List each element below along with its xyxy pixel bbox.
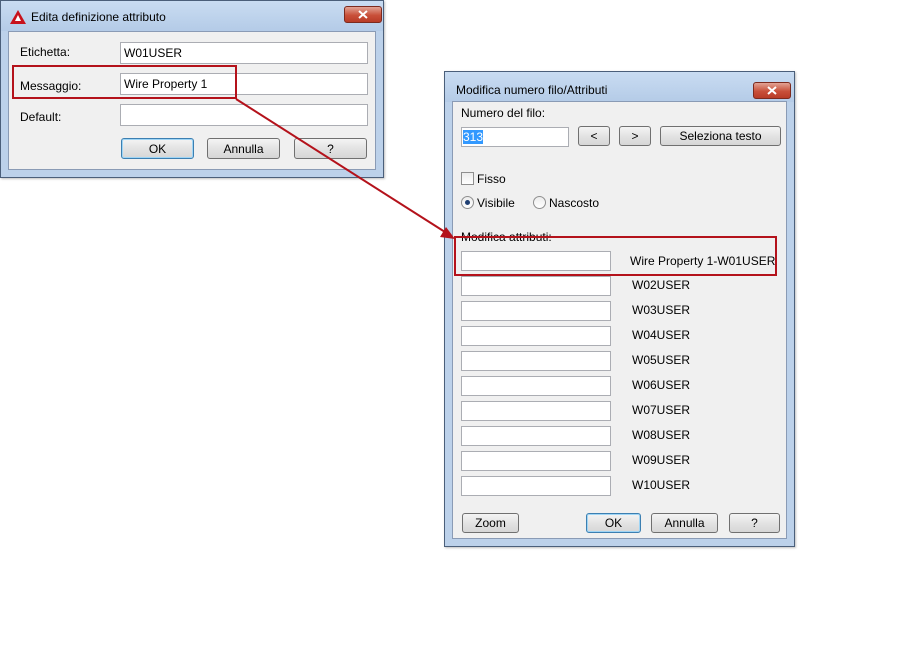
attribute-name-8: W08USER <box>632 428 691 442</box>
cancel-button[interactable]: Annulla <box>207 138 280 159</box>
edit-wire-number-dialog: Modifica numero filo/Attributi Numero de… <box>444 71 795 547</box>
ok-button[interactable]: OK <box>586 513 641 533</box>
attribute-value-field-3[interactable] <box>461 301 611 321</box>
close-button[interactable] <box>753 82 791 99</box>
wire-number-field[interactable]: 313 <box>461 127 569 147</box>
attribute-value-field-10[interactable] <box>461 476 611 496</box>
dialog-body: Etichetta: W01USER Messaggio: Wire Prope… <box>8 31 376 170</box>
fixed-checkbox[interactable] <box>461 172 474 185</box>
dialog-title: Edita definizione attributo <box>31 10 166 24</box>
attribute-value-field-9[interactable] <box>461 451 611 471</box>
highlight-messaggio <box>12 65 237 99</box>
attribute-name-10: W10USER <box>632 478 691 492</box>
dialog-title: Modifica numero filo/Attributi <box>456 83 608 97</box>
hidden-radio[interactable] <box>533 196 546 209</box>
attribute-value-field-7[interactable] <box>461 401 611 421</box>
highlight-first-attribute <box>454 236 777 276</box>
visible-label: Visibile <box>477 196 515 210</box>
attribute-name-6: W06USER <box>632 378 691 392</box>
fixed-label: Fisso <box>477 172 506 186</box>
close-icon <box>767 84 777 98</box>
wire-number-label: Numero del filo: <box>461 106 546 120</box>
cancel-button[interactable]: Annulla <box>651 513 718 533</box>
label-default: Default: <box>20 110 62 124</box>
next-button[interactable]: > <box>619 126 651 146</box>
hidden-label: Nascosto <box>549 196 600 210</box>
visible-radio[interactable] <box>461 196 474 209</box>
attribute-value-field-6[interactable] <box>461 376 611 396</box>
ok-button[interactable]: OK <box>121 138 194 159</box>
title-bar[interactable]: Modifica numero filo/Attributi <box>445 72 794 102</box>
close-button[interactable] <box>344 6 382 23</box>
title-bar[interactable]: Edita definizione attributo <box>1 1 383 31</box>
zoom-button[interactable]: Zoom <box>462 513 519 533</box>
attribute-value-field-5[interactable] <box>461 351 611 371</box>
close-icon <box>358 8 368 22</box>
attribute-name-4: W04USER <box>632 328 691 342</box>
wire-number-value: 313 <box>463 130 484 144</box>
attribute-name-7: W07USER <box>632 403 691 417</box>
attribute-name-9: W09USER <box>632 453 691 467</box>
attribute-value-field-4[interactable] <box>461 326 611 346</box>
attribute-name-2: W02USER <box>632 278 691 292</box>
label-etichetta: Etichetta: <box>20 45 71 59</box>
attribute-name-3: W03USER <box>632 303 691 317</box>
autocad-logo-icon <box>10 10 26 24</box>
dialog-body: Numero del filo: 313 < > Seleziona testo… <box>452 101 787 539</box>
default-field[interactable] <box>120 104 368 126</box>
radio-selected-dot <box>465 200 470 205</box>
select-text-button[interactable]: Seleziona testo <box>660 126 781 146</box>
attribute-value-field-8[interactable] <box>461 426 611 446</box>
help-button[interactable]: ? <box>294 138 367 159</box>
help-button[interactable]: ? <box>729 513 780 533</box>
etichetta-field[interactable]: W01USER <box>120 42 368 64</box>
attribute-value-field-2[interactable] <box>461 276 611 296</box>
previous-button[interactable]: < <box>578 126 610 146</box>
attribute-name-5: W05USER <box>632 353 691 367</box>
